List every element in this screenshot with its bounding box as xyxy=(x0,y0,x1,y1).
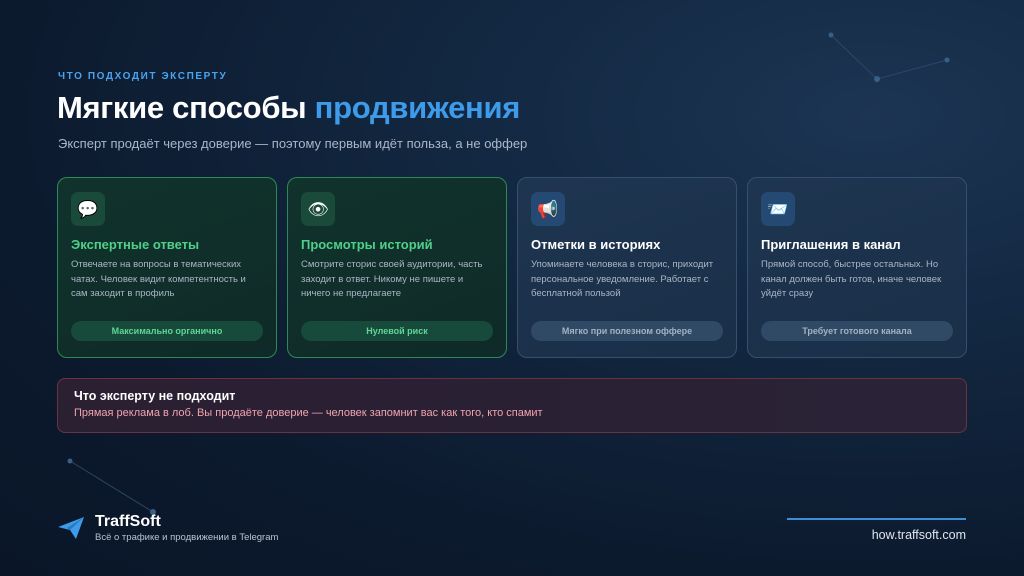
card-description: Отвечаете на вопросы в тематических чата… xyxy=(71,259,246,299)
card-description: Упоминаете человека в сторис, приходит п… xyxy=(531,259,714,299)
warning-text: Прямая реклама в лоб. Вы продаёте довери… xyxy=(74,407,543,419)
card-title: Приглашения в канал xyxy=(761,237,901,252)
card-badge: Нулевой риск xyxy=(301,321,493,341)
card-story-views: 👁 Просмотры историй Смотрите сторис свое… xyxy=(287,177,507,358)
brand-tagline: Всё о трафике и продвижении в Telegram xyxy=(95,532,279,543)
card-badge: Максимально органично xyxy=(71,321,263,341)
site-divider xyxy=(787,518,966,520)
card-expert-answers: 💬 Экспертные ответы Отвечаете на вопросы… xyxy=(57,177,277,358)
card-badge: Мягко при полезном оффере xyxy=(531,321,723,341)
title-main: Мягкие способы xyxy=(57,90,315,125)
card-story-mentions: 📢 Отметки в историях Упоминаете человека… xyxy=(517,177,737,358)
brand-name: TraffSoft xyxy=(95,513,161,530)
card-title: Отметки в историях xyxy=(531,237,661,252)
warning-callout: Что эксперту не подходит Прямая реклама … xyxy=(57,378,967,433)
title-accent: продвижения xyxy=(314,90,521,125)
card-badge: Требует готового канала xyxy=(761,321,953,341)
speech-bubble-icon: 💬 xyxy=(71,192,105,226)
section-eyebrow: ЧТО ПОДХОДИТ ЭКСПЕРТУ xyxy=(58,71,228,82)
card-description: Смотрите сторис своей аудитории, часть з… xyxy=(301,259,483,299)
card-title: Просмотры историй xyxy=(301,237,433,252)
page-title: Мягкие способы продвижения xyxy=(57,90,520,126)
page-subtitle: Эксперт продаёт через доверие — поэтому … xyxy=(58,136,528,151)
brand-block: TraffSoft Всё о трафике и продвижении в … xyxy=(57,513,278,543)
card-channel-invites: 📨 Приглашения в канал Прямой способ, быс… xyxy=(747,177,967,358)
paper-plane-logo-icon xyxy=(58,517,84,539)
incoming-envelope-icon: 📨 xyxy=(761,192,795,226)
megaphone-icon: 📢 xyxy=(531,192,565,226)
eye-icon: 👁 xyxy=(301,192,335,226)
site-url: how.traffsoft.com xyxy=(871,528,966,542)
card-title: Экспертные ответы xyxy=(71,237,200,252)
warning-title: Что эксперту не подходит xyxy=(74,389,236,403)
card-description: Прямой способ, быстрее остальных. Но кан… xyxy=(761,259,942,299)
